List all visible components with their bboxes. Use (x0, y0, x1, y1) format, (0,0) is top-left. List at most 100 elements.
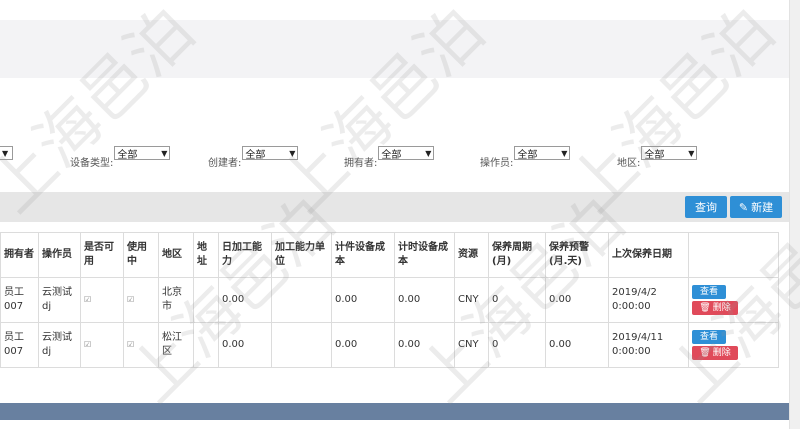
cell-time-cost: 0.00 (394, 277, 455, 323)
view-button[interactable]: 查看 (692, 285, 726, 299)
cell-time-cost: 0.00 (394, 322, 455, 368)
creator-label: 创建者: (208, 158, 242, 169)
filter-region: 地区: 全部 ▼ (617, 146, 698, 169)
cell-piece-cost: 0.00 (331, 277, 395, 323)
owner-value: 全部 (381, 149, 402, 161)
owner-label: 拥有者: (344, 158, 378, 169)
chevron-down-icon: ▼ (161, 148, 168, 158)
operator-label: 操作员: (480, 158, 514, 169)
cell-region: 松江区 (158, 322, 194, 368)
chevron-down-icon: ▼ (425, 148, 432, 158)
cell-region: 北京市 (158, 277, 194, 323)
cell-warning: 0.00 (545, 277, 609, 323)
checkbox-icon[interactable]: ☑ (84, 296, 92, 304)
chevron-down-icon: ▼ (289, 148, 296, 158)
checkbox-icon[interactable]: ☑ (84, 341, 92, 349)
cell-available: ☑ (80, 277, 124, 323)
creator-value: 全部 (245, 149, 266, 161)
filter-operator: 操作员: 全部 ▼ (480, 146, 571, 169)
operator-select[interactable]: 全部 ▼ (514, 146, 571, 161)
chevron-down-icon: ▼ (688, 148, 695, 158)
cell-piece-cost: 0.00 (331, 322, 395, 368)
cell-daily: 0.00 (218, 322, 272, 368)
col-piece-cost[interactable]: 计件设备成本 (331, 232, 395, 278)
device-type-value: 全部 (117, 149, 138, 161)
partial-select[interactable]: ▼ (0, 146, 13, 160)
chevron-down-icon: ▼ (2, 148, 9, 158)
view-label: 查看 (699, 332, 718, 342)
cell-resource: CNY (454, 322, 489, 368)
region-select[interactable]: 全部 ▼ (641, 146, 698, 161)
region-label: 地区: (617, 158, 641, 169)
cell-daily: 0.00 (218, 277, 272, 323)
col-daily-capacity[interactable]: 日加工能力 (218, 232, 272, 278)
view-button[interactable]: 查看 (692, 330, 726, 344)
cell-cycle: 0 (488, 322, 546, 368)
col-maintenance-cycle[interactable]: 保养周期(月) (488, 232, 546, 278)
cell-operator: 云测试dj (38, 277, 81, 323)
col-owner[interactable]: 拥有者 (0, 232, 39, 278)
cell-warning: 0.00 (545, 322, 609, 368)
bottom-band (0, 420, 800, 429)
cell-owner: 员工007 (0, 322, 39, 368)
cell-resource: CNY (454, 277, 489, 323)
new-button-label: 新建 (751, 201, 774, 214)
new-button[interactable]: ✎ 新建 (730, 196, 782, 218)
page-header-band (0, 20, 790, 78)
cell-in-use: ☑ (123, 277, 159, 323)
cell-unit (271, 322, 332, 368)
table-row: 员工007 云测试dj ☑ ☑ 松江区 0.00 0.00 0.00 CNY 0… (0, 322, 779, 368)
query-button-label: 查询 (695, 201, 717, 214)
cell-actions: 查看 🗑 删除 (688, 277, 779, 323)
col-available[interactable]: 是否可用 (80, 232, 124, 278)
filter-owner: 拥有者: 全部 ▼ (344, 146, 435, 169)
col-last-maintenance[interactable]: 上次保养日期 (608, 232, 689, 278)
cell-address (193, 277, 219, 323)
col-capacity-unit[interactable]: 加工能力单位 (271, 232, 332, 278)
col-actions (688, 232, 779, 278)
delete-button[interactable]: 🗑 删除 (692, 346, 738, 360)
trash-icon: 🗑 (699, 348, 711, 358)
creator-select[interactable]: 全部 ▼ (242, 146, 299, 161)
device-table: 拥有者 操作员 是否可用 使用中 地区 地址 日加工能力 加工能力单位 计件设备… (0, 232, 779, 368)
delete-button[interactable]: 🗑 删除 (692, 301, 738, 315)
cell-cycle: 0 (488, 277, 546, 323)
col-time-cost[interactable]: 计时设备成本 (394, 232, 455, 278)
cell-available: ☑ (80, 322, 124, 368)
delete-label: 删除 (712, 303, 731, 313)
query-button[interactable]: 查询 (685, 196, 727, 218)
col-operator[interactable]: 操作员 (38, 232, 81, 278)
filter-partial[interactable]: ▼ (0, 146, 13, 160)
checkbox-icon[interactable]: ☑ (127, 296, 135, 304)
checkbox-icon[interactable]: ☑ (127, 341, 135, 349)
top-bar (0, 0, 790, 20)
vertical-scrollbar[interactable] (789, 0, 800, 429)
device-type-label: 设备类型: (70, 158, 114, 169)
chevron-down-icon: ▼ (561, 148, 568, 158)
action-toolbar: 查询 ✎ 新建 (0, 192, 790, 222)
filter-creator: 创建者: 全部 ▼ (208, 146, 299, 169)
device-type-select[interactable]: 全部 ▼ (114, 146, 171, 161)
col-maintenance-warning[interactable]: 保养预警(月.天) (545, 232, 609, 278)
delete-label: 删除 (712, 348, 731, 358)
cell-operator: 云测试dj (38, 322, 81, 368)
table-header-row: 拥有者 操作员 是否可用 使用中 地区 地址 日加工能力 加工能力单位 计件设备… (0, 232, 779, 278)
footer-bar (0, 403, 790, 420)
operator-value: 全部 (517, 149, 538, 161)
cell-last-date: 2019/4/2 0:00:00 (608, 277, 689, 323)
col-region[interactable]: 地区 (158, 232, 194, 278)
col-address[interactable]: 地址 (193, 232, 219, 278)
filter-bar: ▼ 设备类型: 全部 ▼ 创建者: 全部 ▼ 拥有者: 全部 ▼ 操作员: 全部… (0, 140, 790, 170)
cell-owner: 员工007 (0, 277, 39, 323)
trash-icon: 🗑 (699, 303, 711, 313)
owner-select[interactable]: 全部 ▼ (378, 146, 435, 161)
pencil-icon: ✎ (738, 200, 749, 214)
col-resource[interactable]: 资源 (454, 232, 489, 278)
view-label: 查看 (699, 287, 718, 297)
col-in-use[interactable]: 使用中 (123, 232, 159, 278)
cell-actions: 查看 🗑 删除 (688, 322, 779, 368)
filter-device-type: 设备类型: 全部 ▼ (70, 146, 171, 169)
cell-unit (271, 277, 332, 323)
cell-last-date: 2019/4/11 0:00:00 (608, 322, 689, 368)
region-value: 全部 (644, 149, 665, 161)
